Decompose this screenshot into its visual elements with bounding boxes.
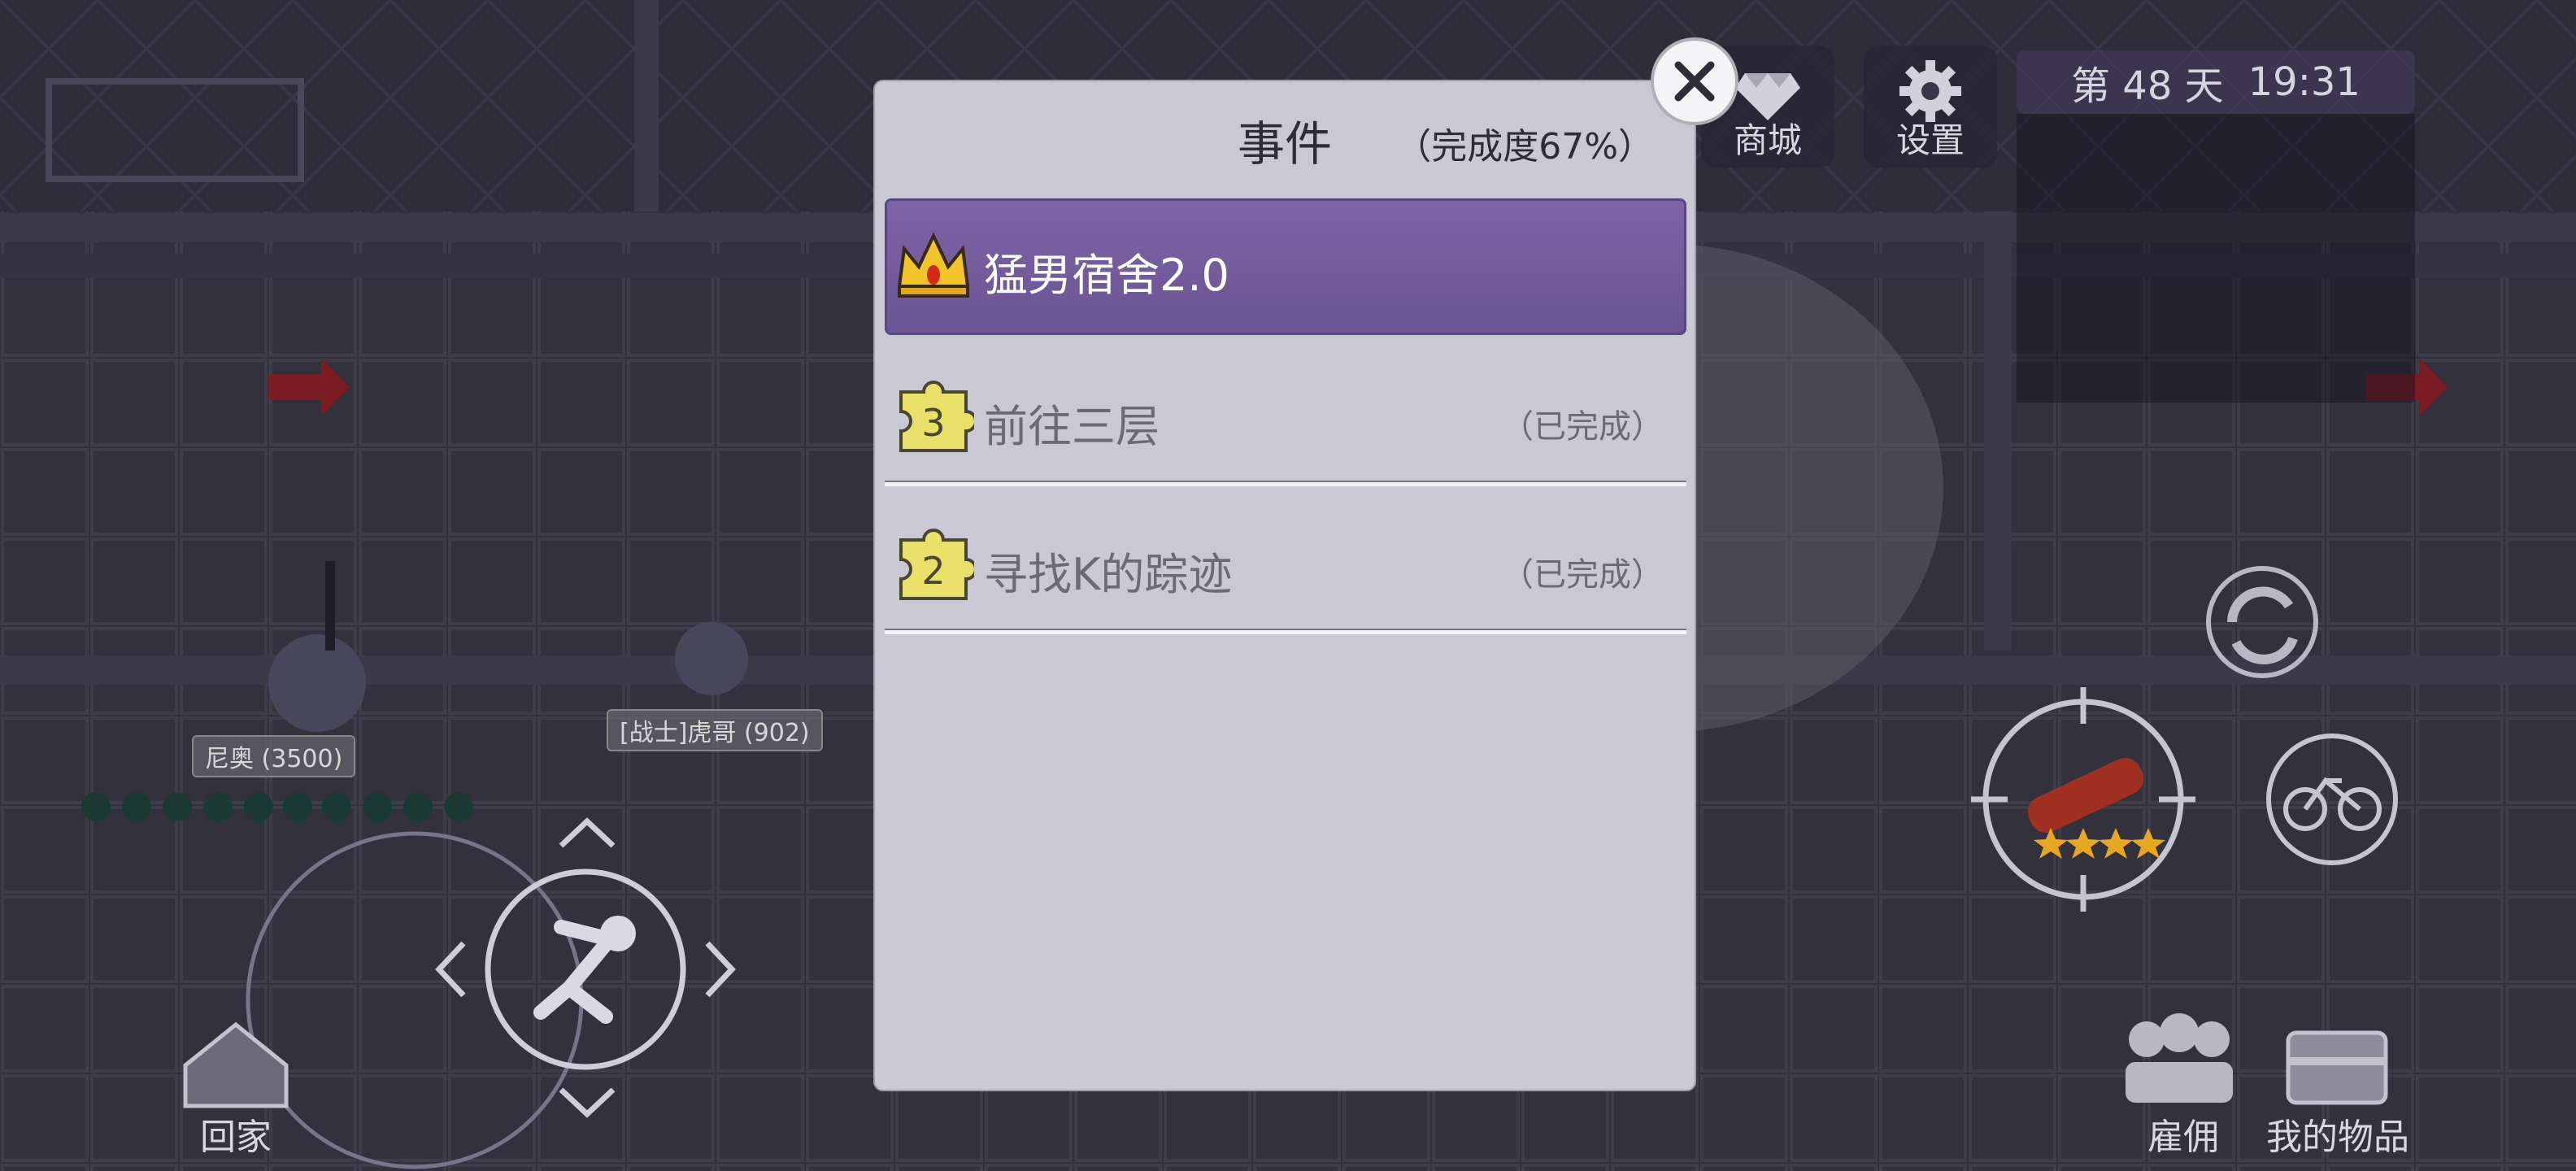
hire-label: 雇佣 <box>2147 1117 2219 1158</box>
events-dialog: 事件 （完成度67%） 猛男宿舍2.0 3 前往三层 （已完成） 2 寻找K的踪… <box>875 81 1695 1090</box>
row-divider <box>885 482 1686 486</box>
character-label: [战士]虎哥 (902) <box>607 709 823 751</box>
event-title: 前往三层 <box>984 401 1160 452</box>
event-status: （已完成） <box>1501 408 1664 446</box>
chest-icon[interactable] <box>2286 1030 2388 1105</box>
items-label: 我的物品 <box>2266 1117 2409 1158</box>
event-status: （已完成） <box>1501 556 1664 594</box>
character-huge[interactable] <box>675 622 748 695</box>
puzzle-badge: 3 <box>921 401 945 445</box>
close-button[interactable] <box>1654 41 1735 122</box>
event-row[interactable]: 3 前往三层 （已完成） <box>885 350 1686 486</box>
puzzle-piece-icon: 2 <box>899 529 974 600</box>
crown-icon <box>897 232 970 298</box>
event-title: 寻找K的踪迹 <box>984 549 1233 600</box>
completion-progress: （完成度67%） <box>1395 126 1654 168</box>
time-text: 19:31 <box>2247 59 2361 105</box>
puzzle-badge: 2 <box>921 549 945 593</box>
home-label: 回家 <box>200 1117 272 1158</box>
settings-button[interactable]: 设置 <box>1864 46 1997 168</box>
settings-label: 设置 <box>1895 120 1965 160</box>
character-label: 尼奥 (3500) <box>192 735 356 777</box>
day-text: 第 48 天 <box>2071 63 2224 109</box>
close-icon <box>1674 61 1715 102</box>
row-divider <box>885 630 1686 634</box>
day-time-display: 第 48 天 19:31 <box>2017 50 2415 114</box>
event-title: 猛男宿舍2.0 <box>984 250 1229 301</box>
event-row[interactable]: 2 寻找K的踪迹 （已完成） <box>885 498 1686 634</box>
event-row-active[interactable]: 猛男宿舍2.0 <box>885 198 1686 335</box>
minimap[interactable] <box>2017 114 2415 403</box>
puzzle-piece-icon: 3 <box>899 381 974 452</box>
